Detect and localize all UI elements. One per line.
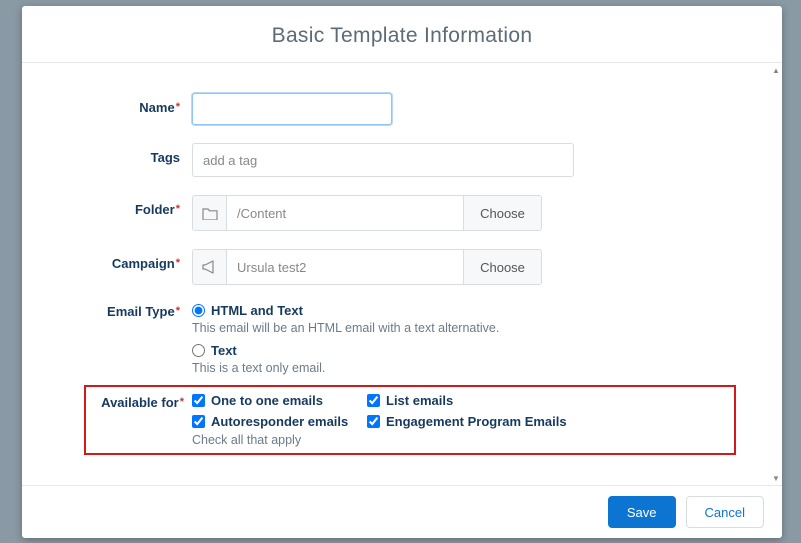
required-icon: * [176, 203, 180, 215]
check-engagement-program-input[interactable] [367, 415, 380, 428]
available-for-highlight: Available for* One to one emails List em… [84, 385, 736, 455]
help-html-text: This email will be an HTML email with a … [192, 321, 574, 335]
check-one-to-one[interactable]: One to one emails [192, 393, 367, 408]
modal-footer: Save Cancel [22, 485, 782, 538]
campaign-picker: Ursula test2 Choose [192, 249, 542, 285]
check-list-emails-input[interactable] [367, 394, 380, 407]
help-available-for: Check all that apply [192, 433, 582, 447]
check-autoresponder-input[interactable] [192, 415, 205, 428]
available-for-options: One to one emails List emails Autorespon… [192, 393, 582, 429]
required-icon: * [176, 257, 180, 269]
scrollbar-up-icon[interactable]: ▲ [770, 63, 782, 77]
check-engagement-program[interactable]: Engagement Program Emails [367, 414, 582, 429]
modal-header: Basic Template Information [22, 6, 782, 63]
modal-body: ▲ ▼ Name* Tags add a tag Folder* [22, 63, 782, 485]
help-text-only: This is a text only email. [192, 361, 574, 375]
campaign-value[interactable]: Ursula test2 [227, 250, 463, 284]
row-folder: Folder* /Content Choose [22, 195, 782, 231]
folder-picker: /Content Choose [192, 195, 542, 231]
folder-choose-button[interactable]: Choose [463, 196, 541, 230]
campaign-icon [193, 250, 227, 284]
row-name: Name* [22, 93, 782, 125]
radio-text-input[interactable] [192, 344, 205, 357]
modal-title: Basic Template Information [42, 24, 762, 48]
folder-icon [193, 196, 227, 230]
radio-html-text-input[interactable] [192, 304, 205, 317]
label-folder: Folder* [22, 195, 192, 217]
cancel-button[interactable]: Cancel [686, 496, 764, 528]
save-button[interactable]: Save [608, 496, 676, 528]
check-list-emails[interactable]: List emails [367, 393, 582, 408]
folder-value[interactable]: /Content [227, 196, 463, 230]
row-tags: Tags add a tag [22, 143, 782, 177]
row-campaign: Campaign* Ursula test2 Choose [22, 249, 782, 285]
tags-input[interactable]: add a tag [192, 143, 574, 177]
modal-dialog: Basic Template Information ▲ ▼ Name* Tag… [22, 6, 782, 538]
label-available-for: Available for* [94, 393, 192, 410]
required-icon: * [176, 305, 180, 317]
check-autoresponder[interactable]: Autoresponder emails [192, 414, 367, 429]
check-one-to-one-input[interactable] [192, 394, 205, 407]
label-tags: Tags [22, 143, 192, 165]
label-campaign: Campaign* [22, 249, 192, 271]
required-icon: * [180, 396, 184, 408]
scrollbar[interactable]: ▲ ▼ [770, 63, 782, 485]
label-name: Name* [22, 93, 192, 115]
scrollbar-down-icon[interactable]: ▼ [770, 471, 782, 485]
campaign-choose-button[interactable]: Choose [463, 250, 541, 284]
required-icon: * [176, 101, 180, 113]
name-input[interactable] [192, 93, 392, 125]
row-email-type: Email Type* HTML and Text This email wil… [22, 303, 782, 375]
radio-html-text[interactable]: HTML and Text [192, 303, 574, 318]
radio-text[interactable]: Text [192, 343, 574, 358]
label-email-type: Email Type* [22, 303, 192, 319]
